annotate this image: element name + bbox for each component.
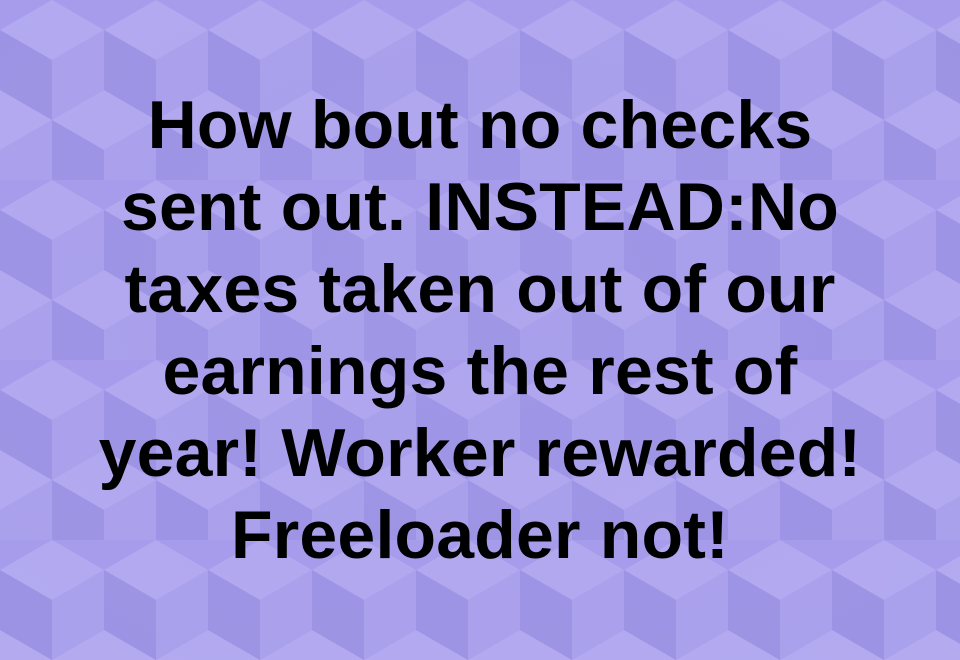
post-line-1: How bout no checks xyxy=(147,87,813,163)
post-line-5: year! Worker rewarded! xyxy=(98,415,862,491)
post-message: How bout no checks sent out. INSTEAD:No … xyxy=(0,84,960,576)
post-line-2: sent out. INSTEAD:No xyxy=(121,169,839,245)
post-line-4: earnings the rest of xyxy=(162,333,798,409)
post-line-6: Freeloader not! xyxy=(231,497,729,573)
post-line-3: taxes taken out of our xyxy=(124,251,836,327)
